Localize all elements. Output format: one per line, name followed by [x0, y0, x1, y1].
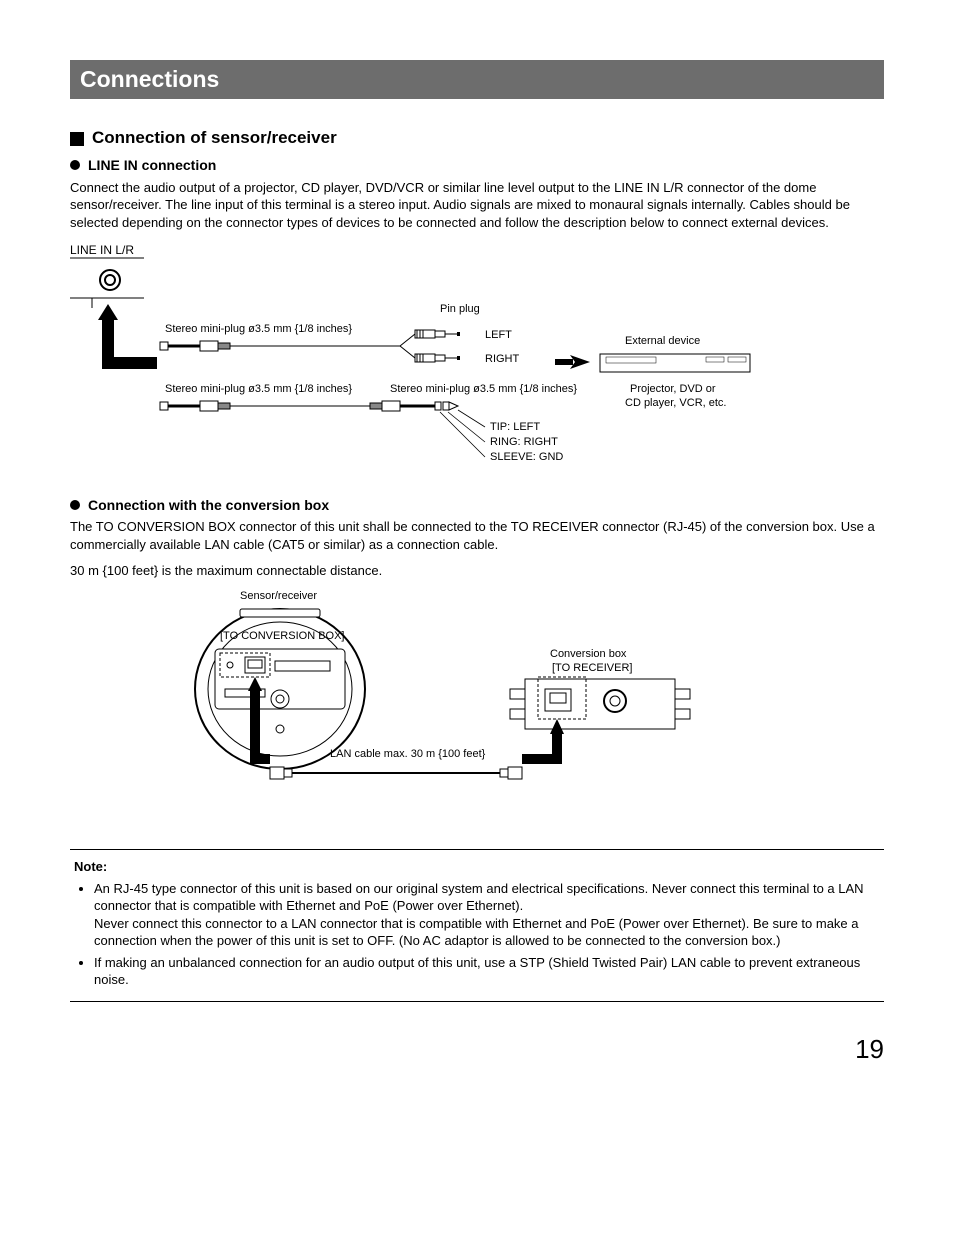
- label-miniplug-2: Stereo mini-plug ø3.5 mm {1/8 inches}: [165, 383, 352, 395]
- sub-b-heading-text: Connection with the conversion box: [88, 496, 329, 515]
- note-item-1: An RJ-45 type connector of this unit is …: [94, 880, 880, 950]
- label-tip: TIP: LEFT: [490, 421, 540, 433]
- label-sensor: Sensor/receiver: [240, 590, 317, 602]
- note-box: Note: An RJ-45 type connector of this un…: [70, 849, 884, 1002]
- sub-a-body: Connect the audio output of a projector,…: [70, 179, 884, 232]
- label-lan-cable: LAN cable max. 30 m {100 feet}: [330, 748, 486, 760]
- note-list: An RJ-45 type connector of this unit is …: [74, 880, 880, 989]
- square-bullet-icon: [70, 132, 84, 146]
- line-in-diagram: LINE IN L/R Stereo mini-plug ø3.5 mm {1/…: [70, 242, 884, 472]
- dot-bullet-icon: [70, 160, 80, 170]
- label-pin-plug: Pin plug: [440, 303, 480, 315]
- label-left: LEFT: [485, 329, 512, 341]
- sub-a-heading-text: LINE IN connection: [88, 156, 216, 175]
- dot-bullet-icon: [70, 500, 80, 510]
- label-projector-1: Projector, DVD or: [630, 383, 716, 395]
- section-title-bar: Connections: [70, 60, 884, 99]
- label-line-in: LINE IN L/R: [70, 243, 134, 257]
- label-to-conversion: [TO CONVERSION BOX]: [220, 630, 345, 642]
- sub-b-body-2: 30 m {100 feet} is the maximum connectab…: [70, 562, 884, 580]
- label-miniplug-3: Stereo mini-plug ø3.5 mm {1/8 inches}: [390, 383, 577, 395]
- section-title: Connections: [80, 66, 219, 92]
- page-number: 19: [70, 1032, 884, 1067]
- sub-a-heading: LINE IN connection: [70, 156, 884, 175]
- sub-b-heading: Connection with the conversion box: [70, 496, 884, 515]
- label-projector-2: CD player, VCR, etc.: [625, 397, 726, 409]
- label-miniplug-1: Stereo mini-plug ø3.5 mm {1/8 inches}: [165, 323, 352, 335]
- label-to-receiver: [TO RECEIVER]: [552, 662, 632, 674]
- label-sleeve: SLEEVE: GND: [490, 451, 563, 463]
- sub-b-body-1: The TO CONVERSION BOX connector of this …: [70, 518, 884, 553]
- subsection-heading-text: Connection of sensor/receiver: [92, 127, 337, 150]
- conversion-box-diagram: Sensor/receiver [TO CONVERSION BOX] Conv…: [170, 589, 884, 809]
- note-item-2: If making an unbalanced connection for a…: [94, 954, 880, 989]
- label-right: RIGHT: [485, 353, 520, 365]
- label-conv-box: Conversion box: [550, 648, 627, 660]
- note-title: Note:: [74, 858, 880, 876]
- label-ring: RING: RIGHT: [490, 436, 558, 448]
- subsection-heading: Connection of sensor/receiver: [70, 127, 884, 150]
- label-ext-device: External device: [625, 335, 700, 347]
